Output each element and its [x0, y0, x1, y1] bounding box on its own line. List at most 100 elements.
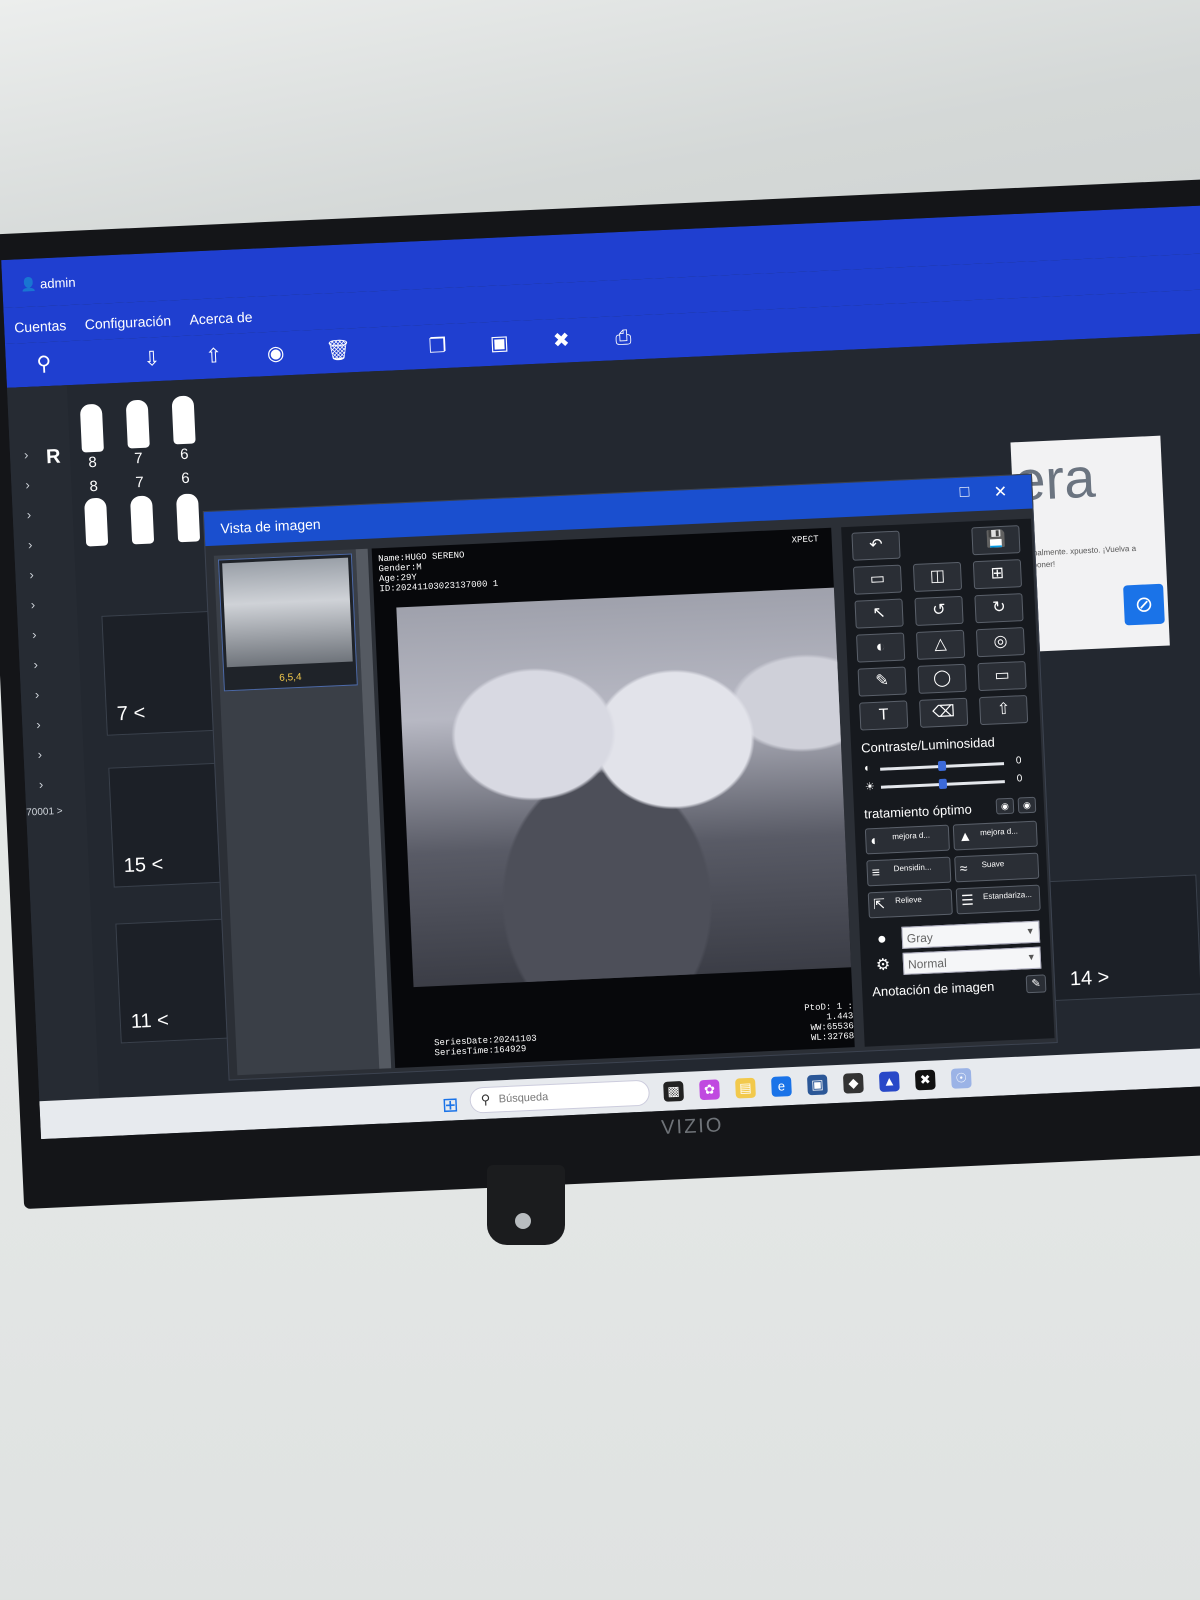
nav-chevron[interactable]: › — [29, 567, 34, 582]
rectangle-icon[interactable]: ▭ — [977, 661, 1027, 692]
windows-start-icon[interactable]: ⊞ — [441, 1092, 459, 1118]
enhance-icon: ◐ — [870, 831, 880, 849]
export-icon[interactable]: ⇧ — [201, 344, 226, 369]
dental-app-icon[interactable]: ☉ — [950, 1067, 972, 1089]
nav-chevron[interactable]: › — [30, 597, 35, 612]
tools-icon[interactable]: ✖ — [549, 328, 574, 353]
thumbnail-label: 6,5,4 — [279, 671, 302, 684]
nav-chevron[interactable]: › — [37, 747, 42, 762]
tooth-icon[interactable] — [171, 395, 196, 445]
user-label: 👤 admin — [19, 274, 76, 293]
chevron-down-icon: ▼ — [1026, 951, 1037, 963]
app-blue-icon[interactable]: ▲ — [878, 1071, 900, 1093]
enhance-edge-button[interactable]: ▲ mejora d... — [952, 820, 1038, 851]
rotate-left-icon[interactable]: ↺ — [914, 595, 964, 626]
slot-label: 7 < — [116, 702, 146, 726]
nav-chevron[interactable]: › — [35, 687, 40, 702]
pen-icon[interactable]: ✎ — [857, 666, 907, 697]
save-icon[interactable]: 💾 — [971, 525, 1021, 556]
store-icon[interactable]: ▣ — [806, 1074, 828, 1096]
nav-chevron[interactable]: › — [26, 507, 31, 522]
invert-icon[interactable]: ◐ — [856, 632, 906, 663]
image-canvas[interactable]: Name:HUGO SERENO Gender:M Age:29Y ID:202… — [371, 527, 855, 1069]
standardize-button[interactable]: ☰ Estandariza... — [955, 884, 1041, 915]
xbox-icon[interactable]: ✖ — [914, 1069, 936, 1091]
optimal-title: tratamiento óptimo — [863, 801, 973, 822]
thumbnail-card[interactable]: 6,5,4 — [217, 553, 358, 692]
nav-patient-id[interactable]: 70001 > — [26, 806, 63, 819]
task-view-icon[interactable]: ▩ — [663, 1080, 685, 1102]
app-cube-icon[interactable]: ◆ — [842, 1072, 864, 1094]
ellipse-icon[interactable]: ◯ — [917, 663, 967, 694]
slot-label: 14 > — [1069, 966, 1110, 991]
import-icon[interactable]: ⇩ — [139, 347, 164, 372]
delete-icon[interactable]: 🗑 — [325, 338, 351, 363]
tooth-icon[interactable] — [84, 497, 109, 547]
nav-chevron[interactable]: › — [28, 537, 33, 552]
file-explorer-icon[interactable]: ▤ — [735, 1077, 756, 1099]
chevron-down-icon: ▼ — [1025, 925, 1035, 937]
contrast-slider[interactable] — [880, 760, 1005, 772]
nav-chevron[interactable]: › — [33, 657, 38, 672]
undo-icon[interactable]: ↶ — [851, 530, 901, 561]
relief-button[interactable]: ⇱ Relieve — [867, 888, 953, 919]
copy-icon[interactable]: ❐ — [425, 334, 450, 359]
brightness-value: 0 — [1016, 773, 1023, 785]
menu-acerca-de[interactable]: Acerca de — [189, 309, 253, 328]
search-icon[interactable]: ⚲ — [31, 352, 56, 377]
maximize-icon[interactable]: □ — [959, 483, 969, 501]
nav-chevron[interactable]: › — [25, 477, 30, 492]
effect-label: Densidin... — [893, 862, 932, 874]
dental-xray-image[interactable] — [396, 587, 852, 988]
search-placeholder: Búsqueda — [498, 1091, 549, 1106]
brightness-slider[interactable] — [880, 778, 1005, 790]
camera-settings-icon[interactable]: ◉ — [1017, 796, 1037, 814]
contrast-slider-knob[interactable] — [937, 760, 947, 772]
tooth-icon[interactable] — [130, 495, 155, 545]
nav-chevron[interactable]: › — [24, 447, 29, 462]
edge-icon[interactable]: e — [771, 1076, 792, 1097]
side-indicator: R — [45, 445, 62, 469]
tooth-icon[interactable] — [175, 493, 201, 543]
screenshot-icon[interactable]: ▣ — [487, 331, 512, 356]
nav-chevron[interactable]: › — [32, 627, 37, 642]
nav-chevron[interactable]: › — [39, 777, 44, 792]
thumbnail-list: 6,5,4 — [213, 549, 380, 1076]
frame-icon[interactable]: ▭ — [852, 564, 903, 595]
magnify-icon[interactable]: ◎ — [975, 627, 1026, 658]
copilot-icon[interactable]: ✿ — [699, 1079, 720, 1101]
tooth-number: 8 — [89, 477, 99, 496]
text-icon[interactable]: T — [859, 700, 909, 731]
smooth-button[interactable]: ≈ Suave — [954, 852, 1040, 883]
enhance-button[interactable]: ◐ mejora d... — [864, 824, 950, 855]
menu-cuentas[interactable]: Cuentas — [14, 317, 67, 335]
brightness-slider-knob[interactable] — [938, 778, 948, 790]
rotate-right-icon[interactable]: ↻ — [974, 593, 1024, 624]
camera-icon[interactable]: ◉ — [995, 797, 1015, 815]
device-tag: XPECT — [791, 534, 819, 546]
density-button[interactable]: ≡ Densidin... — [866, 856, 952, 887]
edit-icon[interactable]: ✎ — [1025, 974, 1047, 994]
eraser-icon[interactable]: ⌫ — [919, 697, 969, 728]
split-view-icon[interactable]: ◫ — [912, 561, 963, 592]
color-map-select[interactable]: Gray ▼ — [901, 920, 1041, 949]
view-icon[interactable]: ◉ — [263, 341, 288, 366]
tooth-icon[interactable] — [79, 403, 104, 453]
grid-view-icon[interactable]: ⊞ — [972, 559, 1023, 590]
close-icon[interactable]: ✕ — [993, 482, 1007, 503]
mode-select[interactable]: Normal ▼ — [902, 946, 1042, 975]
print-icon[interactable]: ⎙ — [611, 325, 636, 350]
taskbar-search[interactable]: ⚲ Búsqueda — [469, 1079, 651, 1114]
menu-configuracion[interactable]: Configuración — [84, 312, 171, 332]
window-level: WW:65536 WL:32768 — [810, 1021, 855, 1044]
nav-chevron[interactable]: › — [36, 717, 41, 732]
slot-label: 11 < — [130, 1009, 170, 1033]
mount-screw — [515, 1213, 531, 1229]
export-icon[interactable]: ⇧ — [978, 694, 1029, 726]
series-info: SeriesDate:20241103 SeriesTime:164929 — [434, 1034, 537, 1059]
tooth-number: 6 — [179, 445, 189, 464]
pointer-icon[interactable]: ↖ — [854, 598, 904, 629]
no-exposure-icon[interactable]: ⊘ — [1123, 583, 1165, 626]
tooth-icon[interactable] — [125, 399, 150, 449]
flip-icon[interactable]: △ — [915, 629, 966, 660]
